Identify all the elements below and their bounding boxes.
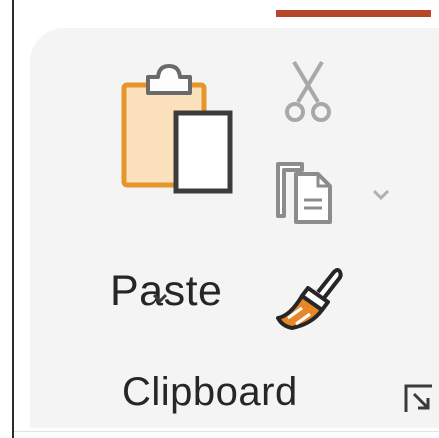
active-tab-indicator <box>276 10 431 17</box>
clipboard-group-label: Clipboard <box>122 370 298 414</box>
dialog-launcher-icon <box>404 384 432 412</box>
clipboard-paste-icon <box>121 64 233 194</box>
scissors-icon <box>285 60 331 122</box>
format-painter-button[interactable] <box>268 262 348 334</box>
paste-button[interactable]: Paste <box>100 55 240 345</box>
ribbon-frame: Paste Clipboard <box>0 0 439 438</box>
cut-button[interactable] <box>280 58 336 126</box>
window-border <box>12 0 14 438</box>
ribbon-bottom-divider <box>14 431 439 432</box>
copy-icon <box>276 162 332 224</box>
chevron-down-icon[interactable] <box>145 287 175 311</box>
paintbrush-icon <box>276 268 343 330</box>
copy-chevron-down-icon[interactable] <box>368 184 394 206</box>
clipboard-dialog-launcher-button[interactable] <box>402 382 436 416</box>
copy-button[interactable] <box>268 158 344 226</box>
